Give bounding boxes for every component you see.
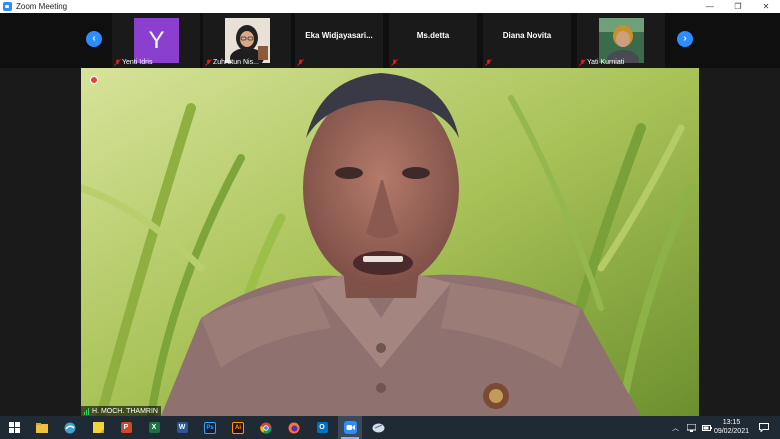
zoom-logo-icon [3,2,12,11]
photoshop-icon[interactable]: Ps [198,416,222,439]
excel-icon[interactable]: X [142,416,166,439]
speaker-name-tag: H. MOCH. THAMRIN [81,406,161,416]
participant-name: Yati Kurniati [587,59,625,66]
clock-time: 13:15 [722,419,741,426]
participant-name: Eka Widjayasari... [305,31,373,40]
outlook-icon[interactable]: O [310,416,334,439]
system-tray: ︿ [672,416,712,439]
close-button[interactable]: ✕ [752,0,780,13]
notifications-icon[interactable] [752,416,776,439]
window-title: Zoom Meeting [16,2,68,11]
participant-name: Ms.detta [416,31,450,40]
participant-tile[interactable]: Zuhrotun Nis... [203,13,291,68]
participant-video [599,18,644,63]
taskbar-clock[interactable]: 13:15 09/02/2021 [714,418,749,436]
window-controls: — ❐ ✕ [696,0,780,13]
app-icon[interactable] [366,416,390,439]
title-bar: Zoom Meeting — ❐ ✕ [0,0,780,13]
zoom-icon[interactable] [338,416,362,439]
mic-muted-icon [114,59,121,66]
participant-video-frame-icon [225,18,270,63]
participant-tile[interactable]: Ms.detta [389,13,477,68]
participant-video-frame-icon [599,18,644,63]
chrome-icon[interactable] [254,416,278,439]
windows-start-icon[interactable] [2,416,26,439]
firefox-icon[interactable] [282,416,306,439]
participant-name: Yenti Idris [122,59,153,66]
maximize-button[interactable]: ❐ [724,0,752,13]
minimize-button[interactable]: — [696,0,724,13]
battery-icon[interactable] [702,424,712,431]
recording-indicator-icon [90,76,98,84]
sticky-notes-icon[interactable] [86,416,110,439]
mic-muted-icon [205,59,212,66]
participant-name: Diana Novita [502,31,552,40]
clock-date: 09/02/2021 [713,428,749,435]
participant-strip: ‹ Y Yenti Idris Zuhrotun Nis... Eka Widj… [0,13,780,68]
participant-tile[interactable]: Yati Kurniati [577,13,665,68]
chevron-up-icon[interactable]: ︿ [672,423,679,433]
signal-strength-icon [84,407,89,415]
strip-next-button[interactable]: › [677,31,693,47]
powerpoint-icon[interactable]: P [114,416,138,439]
mic-muted-icon [297,59,304,66]
avatar: Y [134,18,179,63]
participant-video [225,18,270,63]
strip-prev-button[interactable]: ‹ [86,31,102,47]
active-speaker-video[interactable]: H. MOCH. THAMRIN [81,68,699,416]
participant-tile[interactable]: Y Yenti Idris [112,13,200,68]
file-explorer-icon[interactable] [30,416,54,439]
edge-icon[interactable] [58,416,82,439]
speaker-name: H. MOCH. THAMRIN [92,407,158,415]
windows-taskbar: P X W Ps Ai O ︿ 13:15 09/02/2021 [0,416,780,439]
network-icon[interactable] [687,423,696,432]
speaker-video-frame [81,68,699,416]
word-icon[interactable]: W [170,416,194,439]
mic-muted-icon [579,59,586,66]
mic-muted-icon [485,59,492,66]
participant-tile[interactable]: Eka Widjayasari... [295,13,383,68]
participant-name: Zuhrotun Nis... [213,59,259,66]
participant-tile[interactable]: Diana Novita [483,13,571,68]
mic-muted-icon [391,59,398,66]
illustrator-icon[interactable]: Ai [226,416,250,439]
